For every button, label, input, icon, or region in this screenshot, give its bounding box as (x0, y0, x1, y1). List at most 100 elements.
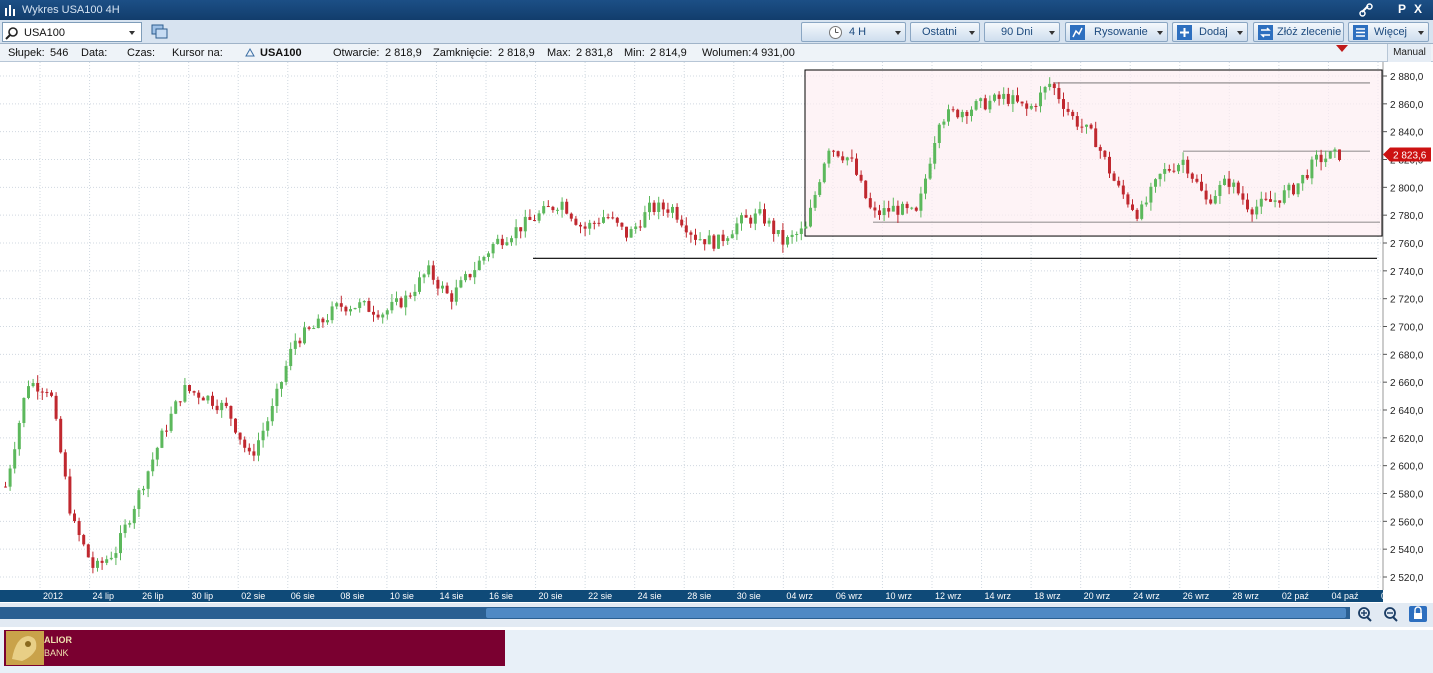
more-dropdown[interactable]: Więcej (1348, 22, 1429, 42)
close-value: 2 818,9 (498, 47, 535, 59)
place-order-button[interactable]: Złóż zlecenie (1253, 22, 1344, 42)
candle-body (1158, 173, 1162, 180)
candle-body (1218, 185, 1222, 196)
volume-value: 4 931,00 (752, 47, 795, 59)
symbol-selector[interactable]: USA100 (2, 22, 142, 42)
candle-body (243, 439, 247, 448)
range-days-dropdown[interactable]: 90 Dni (984, 22, 1060, 42)
y-tick-label: 2 720,0 (1390, 295, 1424, 306)
candle-body (546, 206, 550, 208)
candle-body (491, 243, 495, 254)
candle (86, 543, 90, 558)
candle-body (270, 406, 274, 422)
min-label: Min: (624, 47, 645, 59)
x-tick-label: 30 lip (192, 591, 214, 601)
candle-body (845, 157, 849, 161)
candle-body (763, 209, 766, 224)
close-button[interactable]: X (1414, 2, 1422, 16)
candle-body (505, 242, 509, 246)
candle-body (247, 447, 251, 452)
candle-body (1310, 159, 1314, 179)
candle-body (441, 285, 444, 289)
candle-body (1025, 103, 1029, 109)
candle-body (974, 101, 978, 110)
add-label: Dodaj (1199, 26, 1228, 38)
date-label: Data: (81, 47, 108, 59)
candle-body (1103, 150, 1107, 157)
pin-button[interactable]: P (1398, 2, 1406, 16)
chevron-down-icon[interactable] (129, 31, 135, 35)
candle-body (1057, 88, 1061, 100)
x-tick-label: 14 wrz (985, 591, 1012, 601)
x-tick-label: 02 paź (1282, 591, 1310, 601)
candle-body (151, 459, 155, 472)
x-tick-label: 10 wrz (885, 591, 912, 601)
candle-body (77, 521, 81, 536)
candle-body (330, 306, 334, 321)
candle-body (979, 98, 983, 102)
y-tick-label: 2 780,0 (1390, 211, 1424, 222)
bar-value: 546 (50, 47, 69, 59)
y-tick-label: 2 740,0 (1390, 267, 1424, 278)
candle-body (565, 201, 569, 214)
x-tick-label: 20 sie (539, 591, 563, 601)
candle-body (1167, 168, 1171, 171)
candle-body (993, 94, 996, 101)
drawing-dropdown[interactable]: Rysowanie (1065, 22, 1168, 42)
candle-body (408, 295, 412, 297)
price-chart[interactable]: 2 880,02 860,02 840,02 820,02 800,02 780… (0, 62, 1433, 630)
last-price-label: 2 823,6 (1393, 150, 1427, 161)
candle-body (1259, 198, 1263, 207)
candle-body (855, 158, 858, 175)
candle-body (1213, 195, 1217, 204)
candle-body (1043, 87, 1047, 93)
candle-body (859, 174, 863, 181)
range-mode-dropdown[interactable]: Ostatni (910, 22, 980, 42)
add-dropdown[interactable]: Dodaj (1172, 22, 1248, 42)
more-icon (1353, 25, 1368, 40)
drawn-rectangle[interactable] (804, 69, 1383, 237)
candle-body (1048, 83, 1052, 88)
candle-body (1328, 151, 1332, 159)
lock-icon[interactable] (1409, 606, 1427, 622)
more-label: Więcej (1374, 26, 1408, 38)
candle-body (510, 238, 513, 243)
candle-body (703, 239, 707, 245)
candle-body (749, 217, 753, 224)
candle-body (740, 215, 743, 224)
candle-body (684, 225, 688, 233)
candle-body (717, 234, 720, 249)
range-mode-label: Ostatni (922, 26, 957, 38)
mode-indicator[interactable]: Manual (1387, 44, 1431, 62)
candle-body (988, 100, 992, 110)
candle-body (96, 560, 99, 568)
candle-body (827, 150, 831, 164)
chevron-down-icon (895, 31, 901, 35)
candle-body (537, 213, 541, 221)
candle-body (1016, 95, 1019, 102)
candle-body (965, 111, 969, 117)
candle-body (307, 327, 311, 329)
candle-body (781, 230, 785, 245)
candle-body (395, 298, 398, 302)
candle-body (758, 209, 762, 214)
x-tick-label: 06 sie (291, 591, 315, 601)
candle-body (661, 202, 665, 210)
scrollbar-thumb[interactable] (486, 608, 1346, 618)
open-label: Otwarcie: (333, 47, 380, 59)
max-label: Max: (547, 47, 571, 59)
candle-body (128, 523, 132, 525)
candle-body (643, 212, 647, 228)
link-icon[interactable] (1359, 3, 1373, 17)
candle-body (50, 392, 53, 396)
candle-body (625, 226, 628, 238)
candle-body (1089, 124, 1093, 129)
drawing-label: Rysowanie (1094, 26, 1148, 38)
candle-body (192, 391, 196, 393)
candle-body (905, 203, 909, 209)
candle-body (1209, 199, 1213, 204)
candle (22, 397, 26, 428)
interval-dropdown[interactable]: 4 H (801, 22, 906, 42)
candle-body (1052, 83, 1056, 89)
windows-icon[interactable] (151, 24, 169, 40)
